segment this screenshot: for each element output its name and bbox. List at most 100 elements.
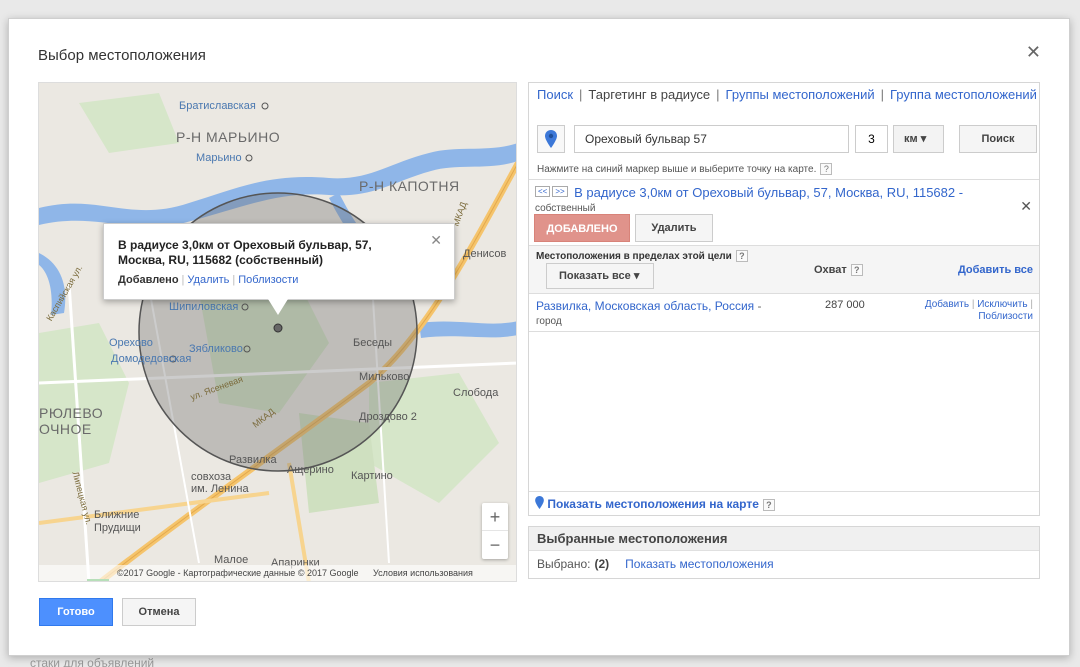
add-all-link[interactable]: Добавить все [958, 264, 1033, 276]
infowindow-title: В радиусе 3,0км от Ореховый бульвар, 57,… [118, 238, 372, 267]
prev-button[interactable]: << [535, 186, 551, 197]
river [419, 321, 516, 338]
chevron-down-icon: ▾ [633, 270, 640, 282]
map-terms-link[interactable]: Условия использования [373, 568, 473, 578]
location-reach: 287 000 [825, 299, 865, 311]
map-label: Братиславская [179, 100, 256, 112]
search-hint: Нажмите на синий маркер выше и выберите … [529, 159, 1039, 179]
zoom-control: + − [482, 503, 508, 559]
background-text: стаки для объявлений [30, 656, 155, 667]
selected-body: Выбрано: (2) Показать местоположения [529, 551, 1039, 577]
map-copyright: ©2017 Google - Картографические данные ©… [117, 568, 359, 578]
selected-count: (2) [594, 557, 610, 571]
map-label: им. Ленина [191, 483, 249, 495]
map-label: Слобода [453, 387, 499, 399]
map-canvas [39, 93, 516, 581]
map-label: Шипиловская [169, 301, 239, 313]
location-type: город [536, 316, 562, 327]
help-icon[interactable]: ? [735, 250, 748, 262]
target-subtitle: собственный [535, 203, 596, 214]
tab-bar: Поиск | Таргетинг в радиусе | Группы местопо… [537, 87, 1037, 102]
help-icon[interactable]: ? [820, 163, 833, 175]
help-icon[interactable]: ? [762, 499, 775, 511]
infowindow-close-icon[interactable]: ✕ [430, 232, 442, 249]
added-button[interactable]: ДОБАВЛЕНО [534, 214, 630, 242]
infowindow-remove-link[interactable]: Удалить [187, 274, 229, 286]
search-button[interactable]: Поиск [959, 125, 1037, 153]
done-button[interactable]: Готово [39, 598, 113, 626]
map-label: Зябликово [189, 343, 243, 355]
location-exclude-link[interactable]: Исключить [977, 299, 1027, 310]
search-row: км ▾ Поиск [529, 125, 1039, 159]
target-item: << >> В радиусе 3,0км от Ореховый бульвар… [529, 179, 1039, 245]
center-marker [273, 323, 283, 333]
cancel-button[interactable]: Отмена [122, 598, 196, 626]
location-nearby-link[interactable]: Поблизости [978, 311, 1033, 322]
map-label: Ащерино [287, 464, 334, 476]
show-locations-link[interactable]: Показать местоположения [625, 557, 773, 571]
tab-location-group[interactable]: Группа местоположений [890, 87, 1037, 102]
road [39, 491, 270, 525]
location-name-text: Развилка, Московская область, Россия [536, 299, 755, 313]
map-label: Домодедовская [111, 353, 192, 365]
location-row: Развилка, Московская область, Россия - г… [529, 293, 1039, 331]
within-title-text: Местоположения в пределах этой цели [536, 251, 732, 262]
show-on-map-label: Показать местоположения на карте [547, 497, 759, 511]
show-on-map-link[interactable]: Показать местоположения на карте? [529, 491, 1039, 515]
map-label: Денисов [463, 248, 507, 260]
show-all-dropdown[interactable]: Показать все ▾ [546, 263, 654, 289]
close-icon[interactable]: ✕ [1026, 43, 1041, 61]
unit-select-label: км [904, 133, 918, 145]
zoom-out-button[interactable]: − [482, 531, 508, 559]
map-label: Картино [351, 470, 393, 482]
show-all-label: Показать все [559, 270, 631, 282]
location-add-link[interactable]: Добавить [925, 299, 969, 310]
radius-input[interactable] [855, 125, 888, 153]
tab-location-groups[interactable]: Группы местоположений [726, 87, 875, 102]
map-pin-icon [545, 130, 557, 148]
tab-radius[interactable]: Таргетинг в радиусе [588, 87, 710, 102]
within-header: Местоположения в пределах этой цели? Пок… [529, 245, 1039, 293]
within-title: Местоположения в пределах этой цели? [536, 250, 748, 262]
infowindow-status: Добавлено [118, 274, 179, 286]
reach-header-text: Охват [814, 264, 847, 276]
map-pin-button[interactable] [537, 125, 565, 153]
selected-label: Выбрано: [537, 557, 591, 571]
target-close-icon[interactable]: ✕ [1020, 198, 1032, 215]
location-name[interactable]: Развилка, Московская область, Россия - [536, 299, 762, 313]
infowindow-nearby-link[interactable]: Поблизости [238, 274, 298, 286]
map-infowindow: В радиусе 3,0км от Ореховый бульвар, 57,… [103, 223, 455, 315]
dialog-title: Выбор местоположения [38, 47, 206, 64]
map-label: совхоза [191, 471, 232, 483]
unit-select[interactable]: км ▾ [893, 125, 944, 153]
search-panel: Поиск | Таргетинг в радиусе | Группы местопо… [528, 82, 1040, 516]
selected-title: Выбранные местоположения [529, 527, 1039, 551]
location-dash: - [757, 299, 762, 313]
metro-icon [261, 102, 269, 110]
map-label: Р-Н КАПОТНЯ [359, 178, 460, 194]
map-label: Прудищи [94, 522, 141, 534]
help-icon[interactable]: ? [850, 264, 863, 276]
targeting-panel: Поиск | Таргетинг в радиусе | Группы местопо… [528, 82, 1040, 579]
map-label: Орехово [109, 337, 153, 349]
target-title[interactable]: В радиусе 3,0км от Ореховый бульвар, 57,… [574, 185, 963, 200]
metro-icon [245, 154, 253, 162]
next-button[interactable]: >> [552, 186, 568, 197]
map-attribution: ©2017 Google - Картографические данные ©… [39, 565, 516, 581]
map-label: Марьино [196, 152, 242, 164]
map-pin-icon [535, 496, 544, 509]
map-label: Развилка [229, 454, 277, 466]
tab-search[interactable]: Поиск [537, 87, 573, 102]
search-hint-text: Нажмите на синий маркер выше и выберите … [537, 164, 817, 175]
map[interactable]: Братиславская Р-Н МАРЬИНО Марьино Р-Н КА… [38, 82, 517, 582]
map-label: Мильково [359, 371, 410, 383]
chevron-down-icon: ▾ [920, 133, 927, 145]
map-label: Ближние [94, 509, 140, 521]
remove-button[interactable]: Удалить [635, 214, 713, 242]
map-label: ОЧНОЕ [39, 421, 92, 437]
zoom-in-button[interactable]: + [482, 503, 508, 531]
address-input[interactable] [574, 125, 849, 153]
selected-panel: Выбранные местоположения Выбрано: (2) Пока… [528, 526, 1040, 579]
reach-header: Охват? [814, 264, 863, 276]
location-actions: Добавить | Исключить | Поблизости [924, 299, 1033, 322]
